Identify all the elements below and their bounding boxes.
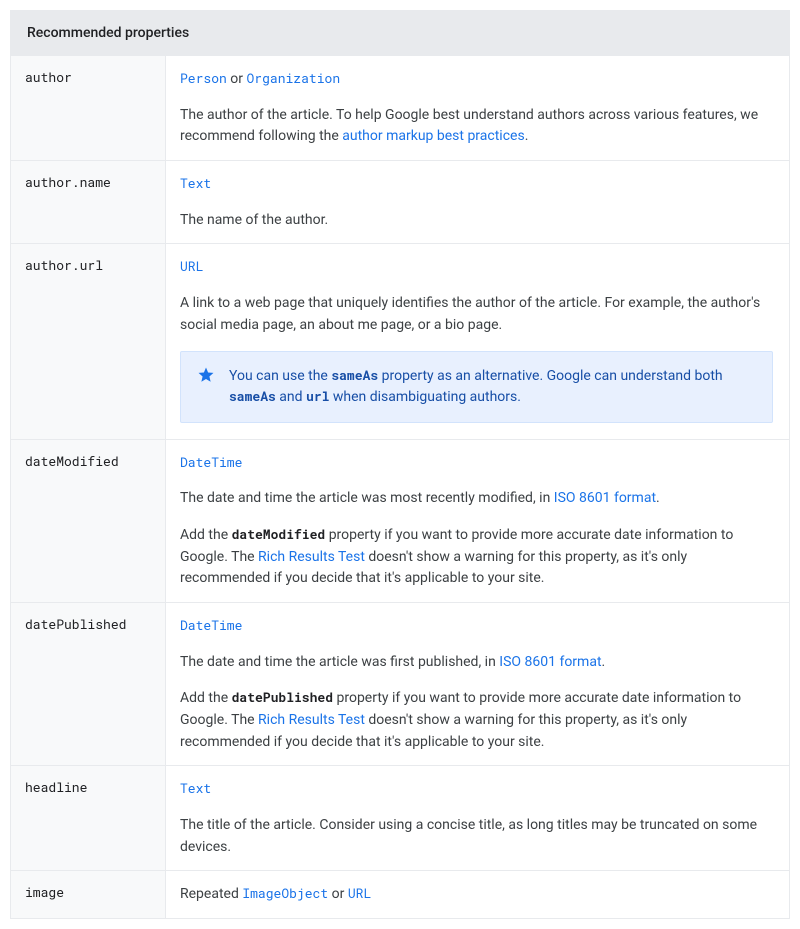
type-link-organization[interactable]: Organization <box>247 69 341 87</box>
code-datepublished: datePublished <box>232 688 333 706</box>
property-name: author.url <box>11 244 166 438</box>
type-link-url[interactable]: URL <box>348 884 371 902</box>
text-or: or <box>227 71 247 87</box>
desc-text: The name of the author. <box>180 210 773 232</box>
table-row: datePublished DateTime The date and time… <box>11 602 789 765</box>
type-link-imageobject[interactable]: ImageObject <box>242 884 328 902</box>
property-name: image <box>11 871 166 918</box>
link-rich-results[interactable]: Rich Results Test <box>258 712 365 728</box>
type-link-datetime[interactable]: DateTime <box>180 616 242 634</box>
desc-text: The date and time the article was most r… <box>180 490 554 506</box>
note-text: You can use the sameAs property as an al… <box>229 366 756 408</box>
text-or: or <box>328 886 348 902</box>
link-author-markup[interactable]: author markup best practices <box>342 128 524 144</box>
desc-text: Add the <box>180 690 232 706</box>
property-description: DateTime The date and time the article w… <box>166 603 789 765</box>
table-row: dateModified DateTime The date and time … <box>11 439 789 602</box>
type-link-url[interactable]: URL <box>180 257 203 275</box>
property-description: Text The title of the article. Consider … <box>166 766 789 870</box>
desc-text: A link to a web page that uniquely ident… <box>180 293 773 336</box>
table-row: author.url URL A link to a web page that… <box>11 243 789 438</box>
type-link-datetime[interactable]: DateTime <box>180 453 242 471</box>
desc-text: . <box>656 490 660 506</box>
property-name: headline <box>11 766 166 870</box>
type-link-text[interactable]: Text <box>180 779 211 797</box>
desc-text: Add the <box>180 527 232 543</box>
link-iso8601[interactable]: ISO 8601 format <box>499 654 601 670</box>
property-name: author <box>11 56 166 160</box>
property-description: Text The name of the author. <box>166 161 789 243</box>
link-rich-results[interactable]: Rich Results Test <box>258 549 365 565</box>
table-row: author Person or Organization The author… <box>11 55 789 160</box>
note-box: You can use the sameAs property as an al… <box>180 351 773 423</box>
desc-text: The title of the article. Consider using… <box>180 815 773 858</box>
desc-text: . <box>525 128 529 144</box>
type-link-person[interactable]: Person <box>180 69 227 87</box>
link-iso8601[interactable]: ISO 8601 format <box>554 490 656 506</box>
desc-text: . <box>602 654 606 670</box>
desc-text: Repeated <box>180 886 242 902</box>
property-description: URL A link to a web page that uniquely i… <box>166 244 789 438</box>
code-datemodified: dateModified <box>232 525 326 543</box>
table-header: Recommended properties <box>11 11 789 55</box>
property-name: dateModified <box>11 440 166 602</box>
property-description: Repeated ImageObject or URL <box>166 871 789 918</box>
properties-table: Recommended properties author Person or … <box>10 10 790 919</box>
desc-text: The date and time the article was first … <box>180 654 499 670</box>
table-row: image Repeated ImageObject or URL <box>11 870 789 918</box>
property-description: Person or Organization The author of the… <box>166 56 789 160</box>
table-row: author.name Text The name of the author. <box>11 160 789 243</box>
property-name: datePublished <box>11 603 166 765</box>
table-row: headline Text The title of the article. … <box>11 765 789 870</box>
property-name: author.name <box>11 161 166 243</box>
type-link-text[interactable]: Text <box>180 174 211 192</box>
star-icon <box>197 366 215 408</box>
property-description: DateTime The date and time the article w… <box>166 440 789 602</box>
